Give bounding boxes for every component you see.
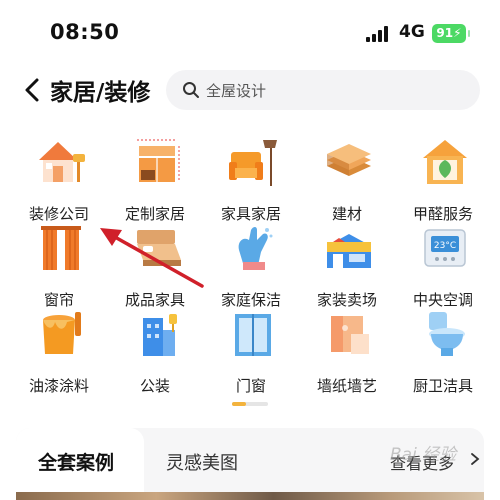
armchair-icon xyxy=(229,140,277,186)
category-item-home-mall[interactable]: 家装卖场 xyxy=(299,216,395,309)
cleaning-glove-icon xyxy=(238,227,273,270)
building-icon xyxy=(143,314,177,356)
tab-label: 全套案例 xyxy=(38,452,115,474)
svg-text:23°C: 23°C xyxy=(434,241,456,251)
chevron-right-icon[interactable] xyxy=(470,452,480,466)
grid-scroll-indicator xyxy=(232,402,268,406)
category-item-decoration-company[interactable]: 装修公司 xyxy=(11,130,107,223)
paint-bucket-icon xyxy=(43,312,81,354)
wallpaper-roll-icon xyxy=(331,316,369,354)
cabinet-icon xyxy=(137,139,180,182)
status-bar: 08:50 4G 91⚡ xyxy=(0,0,500,64)
bed-icon xyxy=(137,230,181,266)
watermark: Bai 经验 xyxy=(390,445,457,465)
battery-icon: 91⚡ xyxy=(432,24,470,43)
category-item-finished-furniture[interactable]: 成品家具 xyxy=(107,216,203,309)
category-item-wallpaper[interactable]: 墙纸墙艺 xyxy=(299,302,395,395)
category-item-building-materials[interactable]: 建材 xyxy=(299,130,395,223)
category-item-formaldehyde-service[interactable]: 甲醛服务 xyxy=(395,130,491,223)
category-item-paint[interactable]: 油漆涂料 xyxy=(11,302,107,395)
back-arrow-icon[interactable] xyxy=(20,76,46,104)
category-label: 厨卫洁具 xyxy=(412,377,473,395)
category-item-home-cleaning[interactable]: 家庭保洁 xyxy=(203,216,299,309)
search-bar[interactable]: 全屋设计 xyxy=(166,70,480,110)
curtain-icon xyxy=(41,226,81,270)
category-label: 油漆涂料 xyxy=(28,377,89,395)
store-icon xyxy=(327,234,371,268)
category-item-doors-windows[interactable]: 门窗 xyxy=(203,302,299,395)
category-label: 门窗 xyxy=(235,377,266,395)
tab-full-cases[interactable]: 全套案例 xyxy=(16,428,144,492)
network-type: 4G xyxy=(399,22,425,42)
category-item-central-ac[interactable]: 23°C 中央空调 xyxy=(395,216,491,309)
eco-house-icon xyxy=(423,140,467,184)
category-item-kitchen-bath[interactable]: 厨卫洁具 xyxy=(395,302,491,395)
battery-level: 91 xyxy=(436,26,454,40)
page-title: 家居/装修 xyxy=(50,80,151,106)
thermostat-icon: 23°C xyxy=(424,229,466,267)
category-item-curtains[interactable]: 窗帘 xyxy=(11,216,107,309)
search-icon xyxy=(183,82,199,98)
category-item-commercial-decoration[interactable]: 公装 xyxy=(107,302,203,395)
window-icon xyxy=(235,314,271,356)
wood-planks-icon xyxy=(327,144,371,176)
house-icon xyxy=(39,142,85,182)
status-time: 08:50 xyxy=(50,20,120,44)
content-preview-strip xyxy=(16,492,484,500)
toilet-icon xyxy=(429,312,465,356)
category-item-custom-furniture[interactable]: 定制家居 xyxy=(107,130,203,223)
tab-inspiration[interactable]: 灵感美图 xyxy=(166,449,238,475)
category-label: 公装 xyxy=(139,377,170,395)
category-label: 墙纸墙艺 xyxy=(316,377,377,395)
category-item-furniture-home[interactable]: 家具家居 xyxy=(203,130,299,223)
signal-icon xyxy=(366,26,392,42)
search-placeholder: 全屋设计 xyxy=(206,82,267,100)
